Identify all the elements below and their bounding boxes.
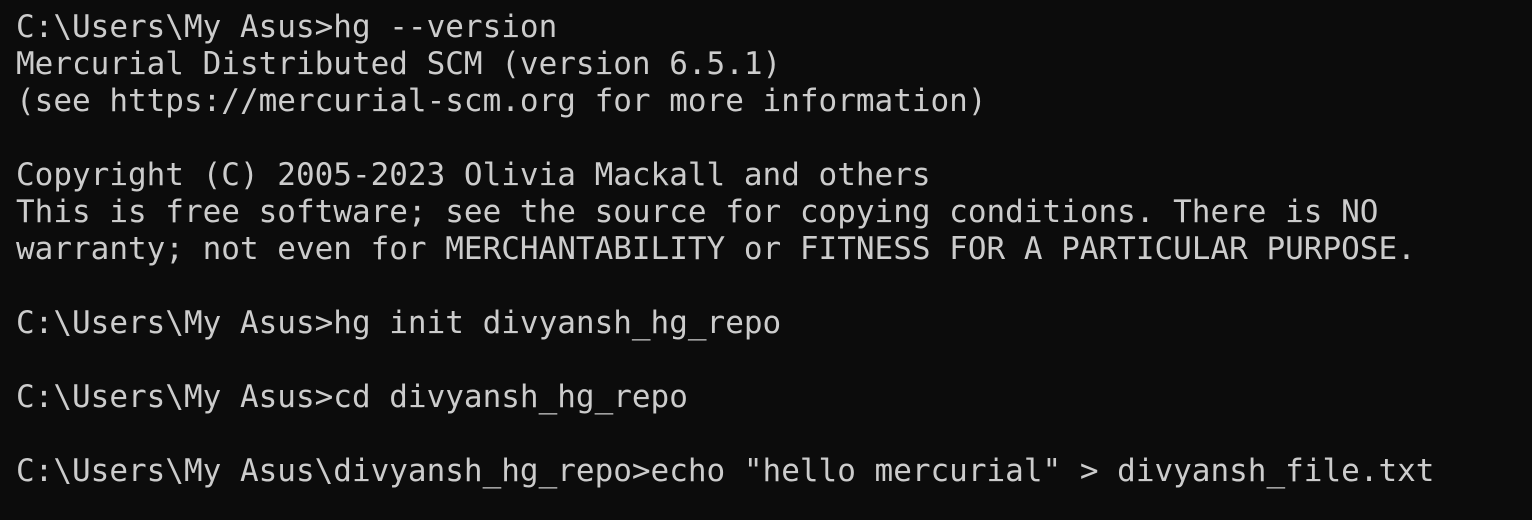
output-line-info-url: (see https://mercurial-scm.org for more …	[16, 83, 987, 119]
command-line-hg-version: C:\Users\My Asus>hg --version	[16, 9, 558, 45]
output-line-warranty: warranty; not even for MERCHANTABILITY o…	[16, 231, 1416, 267]
output-line-copyright: Copyright (C) 2005-2023 Olivia Mackall a…	[16, 157, 931, 193]
output-line-free-software: This is free software; see the source fo…	[16, 194, 1379, 230]
output-line-version: Mercurial Distributed SCM (version 6.5.1…	[16, 46, 782, 82]
terminal-output[interactable]: C:\Users\My Asus>hg --version Mercurial …	[0, 0, 1532, 520]
command-line-hg-init: C:\Users\My Asus>hg init divyansh_hg_rep…	[16, 305, 782, 341]
command-line-cd: C:\Users\My Asus>cd divyansh_hg_repo	[16, 379, 688, 415]
command-line-echo[interactable]: C:\Users\My Asus\divyansh_hg_repo>echo "…	[16, 453, 1532, 490]
